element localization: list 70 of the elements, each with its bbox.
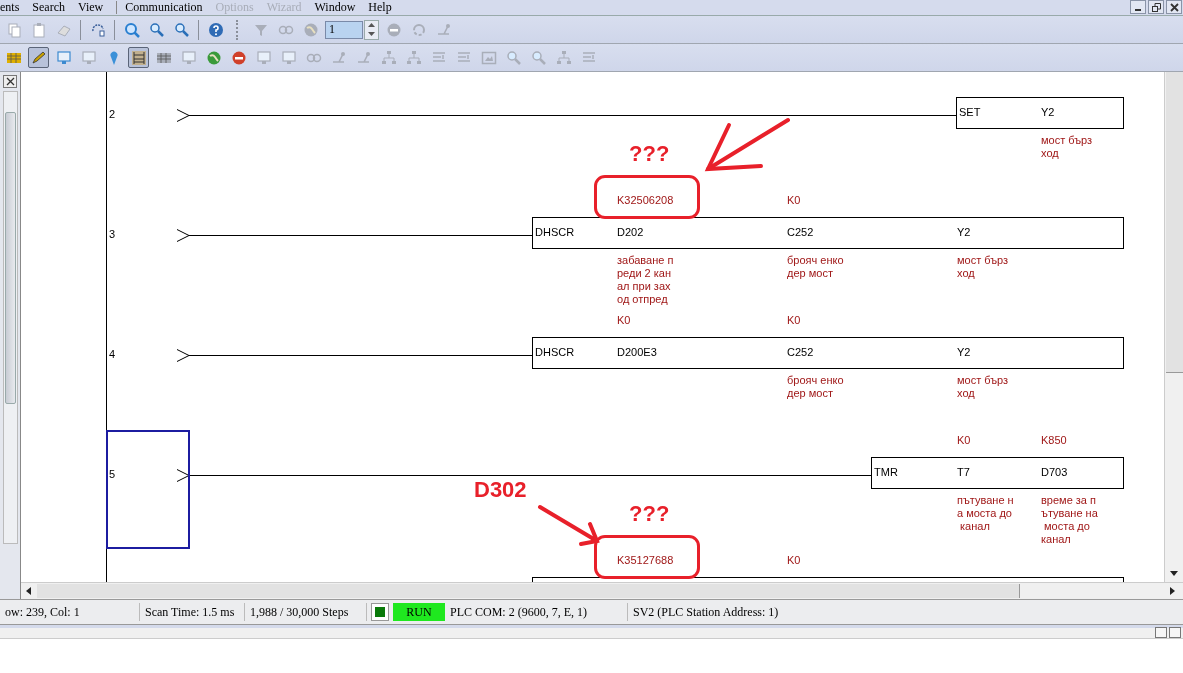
constant-value: K0 <box>957 434 971 446</box>
pencil-icon[interactable] <box>28 47 49 68</box>
operand: D200E3 <box>617 346 657 358</box>
step-field[interactable]: 1 <box>325 20 363 39</box>
arrow-mark <box>537 504 601 546</box>
operand: T7 <box>957 466 970 478</box>
question-marks: ??? <box>629 502 670 526</box>
contact-icon <box>177 469 190 482</box>
device-comment: мост бърз ход <box>957 374 1009 400</box>
run-status: RUN <box>393 603 445 621</box>
device-comment: брояч енко дер мост <box>787 254 844 280</box>
operand: C252 <box>787 226 814 238</box>
instruction-name: TMR <box>874 466 898 478</box>
scrollbar[interactable] <box>21 582 1183 599</box>
scroll-right-icon[interactable] <box>1170 587 1175 595</box>
constant-value: K0 <box>617 314 631 326</box>
menu-item[interactable]: Window <box>314 0 362 15</box>
operand: Y2 <box>957 226 971 238</box>
instruction-box[interactable] <box>532 337 1124 369</box>
instruction-box[interactable] <box>956 97 1124 129</box>
station-address: SV2 (PLC Station Address: 1) <box>632 604 780 621</box>
constant-value: K35127688 <box>617 554 674 566</box>
spin-buttons[interactable] <box>364 19 379 40</box>
operand: C252 <box>787 346 814 358</box>
instruction-box[interactable] <box>532 217 1124 249</box>
status-indicator <box>371 603 389 621</box>
scroll-left-icon[interactable] <box>26 587 31 595</box>
ladder-icon[interactable] <box>128 47 149 68</box>
com-settings: PLC COM: 2 (9600, 7, E, 1) <box>445 603 628 621</box>
operand: Y2 <box>1041 106 1055 118</box>
device-comment: забаване п реди 2 кан ал при зах од отпред <box>617 254 674 306</box>
close-button[interactable] <box>1166 0 1182 14</box>
menu-item[interactable]: Communication <box>125 0 209 15</box>
minimize-button[interactable] <box>1130 0 1146 14</box>
menu-item[interactable]: Help <box>368 0 398 15</box>
cursor-position: ow: 239, Col: 1 <box>0 603 140 621</box>
rung-number: 4 <box>109 348 116 360</box>
instruction-name: DHSCR <box>535 226 575 238</box>
menu-item[interactable]: View <box>78 0 110 15</box>
close-button[interactable] <box>3 75 17 88</box>
constant-value: K32506208 <box>617 194 674 206</box>
scan-time: Scan Time: 1.5 ms <box>140 603 245 621</box>
device-comment: време за п ътуване на моста до канал <box>1041 494 1098 546</box>
constant-value: K850 <box>1041 434 1067 446</box>
menu-item[interactable]: ents <box>0 0 26 15</box>
device-comment: мост бърз ход <box>957 254 1009 280</box>
step-count: 1,988 / 30,000 Steps <box>245 603 367 621</box>
operand: D703 <box>1041 466 1068 478</box>
constant-value: K0 <box>787 194 801 206</box>
constant-value: K0 <box>787 554 801 566</box>
callout-label: D302 <box>474 478 527 502</box>
operand: D202 <box>617 226 644 238</box>
rung-number: 5 <box>109 468 116 480</box>
device-comment: брояч енко дер мост <box>787 374 844 400</box>
scrollbar[interactable] <box>2 91 18 544</box>
scroll-down-icon[interactable] <box>1170 571 1178 576</box>
scrollbar[interactable] <box>1164 72 1183 582</box>
instruction-name: DHSCR <box>535 346 575 358</box>
pin-button[interactable] <box>1155 627 1167 638</box>
device-comment: мост бърз ход <box>1041 134 1093 160</box>
constant-value: K0 <box>787 314 801 326</box>
restore-button[interactable] <box>1148 0 1164 14</box>
question-marks: ??? <box>629 142 670 166</box>
device-comment: пътуване н а моста до канал <box>957 494 1014 533</box>
rung-number: 3 <box>109 228 116 240</box>
menu-item[interactable]: Search <box>32 0 71 15</box>
operand: Y2 <box>957 346 971 358</box>
rung-number: 2 <box>109 108 116 120</box>
instruction-box[interactable] <box>871 457 1124 489</box>
instruction-name: SET <box>959 106 981 118</box>
